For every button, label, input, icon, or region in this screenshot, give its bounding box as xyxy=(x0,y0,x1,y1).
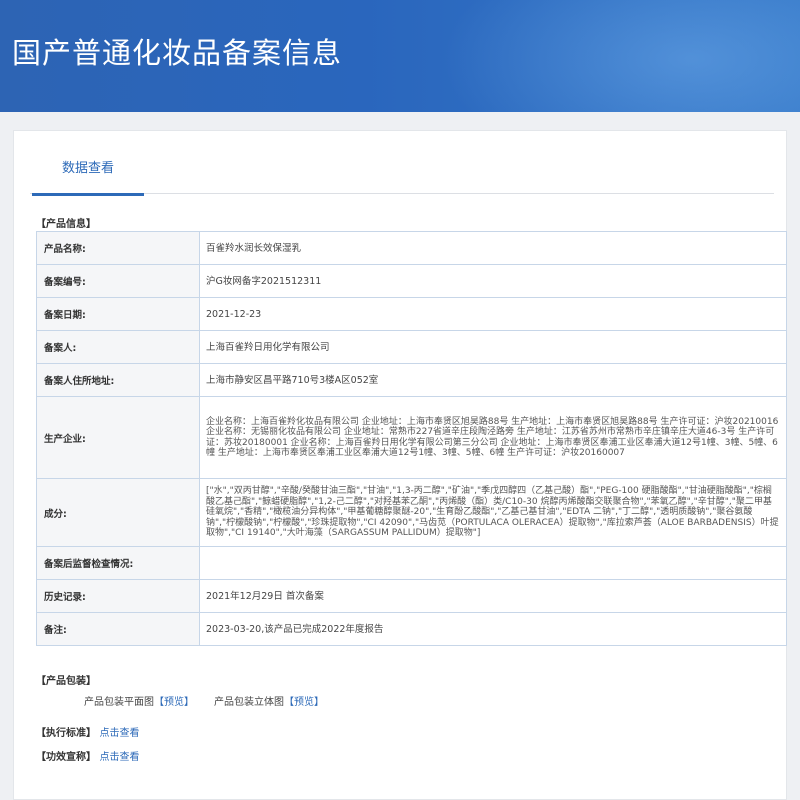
row-value: 2021-12-23 xyxy=(199,297,787,331)
packaging-stereo-preview-link[interactable]: 【预览】 xyxy=(284,697,324,708)
table-row: 备案人住所地址: 上海市静安区昌平路710号3楼A区052室 xyxy=(36,363,787,397)
section-title-product-info: 【产品信息】 xyxy=(36,219,96,230)
row-value: 沪G妆网备字2021512311 xyxy=(199,264,787,298)
banner-glow xyxy=(440,0,800,112)
section-title-efficacy: 【功效宣称】 点击查看 xyxy=(36,748,139,763)
row-value: 百雀羚水润长效保湿乳 xyxy=(199,231,787,265)
packaging-flat: 产品包装平面图【预览】 xyxy=(84,693,194,708)
row-value: 上海百雀羚日用化学有限公司 xyxy=(199,330,787,364)
tab-data-view[interactable]: 数据查看 xyxy=(32,131,144,196)
page-title: 国产普通化妆品备案信息 xyxy=(12,36,343,70)
packaging-flat-label: 产品包装平面图 xyxy=(84,697,154,708)
table-row: 生产企业: 企业名称：上海百雀羚化妆品有限公司 企业地址：上海市奉贤区旭昊路88… xyxy=(36,396,787,479)
standard-label: 【执行标准】 xyxy=(36,728,96,739)
table-row: 备案人: 上海百雀羚日用化学有限公司 xyxy=(36,330,787,364)
content-panel: 数据查看 【产品信息】 产品名称: 百雀羚水润长效保湿乳 备案编号: 沪G妆网备… xyxy=(13,130,787,800)
standard-view-link[interactable]: 点击查看 xyxy=(99,728,139,739)
table-row: 成分: ["水","双丙甘醇","辛酸/癸酸甘油三酯","甘油","1,3-丙二… xyxy=(36,478,787,547)
row-value: 2021年12月29日 首次备案 xyxy=(199,579,787,613)
row-key: 备案编号: xyxy=(36,264,200,298)
tab-bar: 数据查看 xyxy=(30,131,774,196)
efficacy-label: 【功效宣称】 xyxy=(36,752,96,763)
table-row: 备注: 2023-03-20,该产品已完成2022年度报告 xyxy=(36,612,787,646)
row-key: 历史记录: xyxy=(36,579,200,613)
row-value: 2023-03-20,该产品已完成2022年度报告 xyxy=(199,612,787,646)
header-banner: 国产普通化妆品备案信息 xyxy=(0,0,800,112)
row-value: ["水","双丙甘醇","辛酸/癸酸甘油三酯","甘油","1,3-丙二醇","… xyxy=(199,478,787,547)
row-value: 上海市静安区昌平路710号3楼A区052室 xyxy=(199,363,787,397)
product-info-table: 产品名称: 百雀羚水润长效保湿乳 备案编号: 沪G妆网备字2021512311 … xyxy=(36,231,787,646)
section-title-packaging: 【产品包装】 xyxy=(36,676,96,687)
table-row: 历史记录: 2021年12月29日 首次备案 xyxy=(36,579,787,613)
row-key: 生产企业: xyxy=(36,396,200,479)
section-title-standard: 【执行标准】 点击查看 xyxy=(36,724,139,739)
packaging-stereo-label: 产品包装立体图 xyxy=(214,697,284,708)
row-key: 备案日期: xyxy=(36,297,200,331)
row-key: 备案人住所地址: xyxy=(36,363,200,397)
table-row: 备案编号: 沪G妆网备字2021512311 xyxy=(36,264,787,298)
row-key: 成分: xyxy=(36,478,200,547)
row-key: 备注: xyxy=(36,612,200,646)
packaging-flat-preview-link[interactable]: 【预览】 xyxy=(154,697,194,708)
table-row: 产品名称: 百雀羚水润长效保湿乳 xyxy=(36,231,787,265)
table-row: 备案日期: 2021-12-23 xyxy=(36,297,787,331)
efficacy-view-link[interactable]: 点击查看 xyxy=(99,752,139,763)
row-key: 备案后监督检查情况: xyxy=(36,546,200,580)
row-key: 产品名称: xyxy=(36,231,200,265)
row-value: 企业名称：上海百雀羚化妆品有限公司 企业地址：上海市奉贤区旭昊路88号 生产地址… xyxy=(199,396,787,479)
row-value xyxy=(199,546,787,580)
row-key: 备案人: xyxy=(36,330,200,364)
table-row: 备案后监督检查情况: xyxy=(36,546,787,580)
packaging-stereo: 产品包装立体图【预览】 xyxy=(214,693,324,708)
